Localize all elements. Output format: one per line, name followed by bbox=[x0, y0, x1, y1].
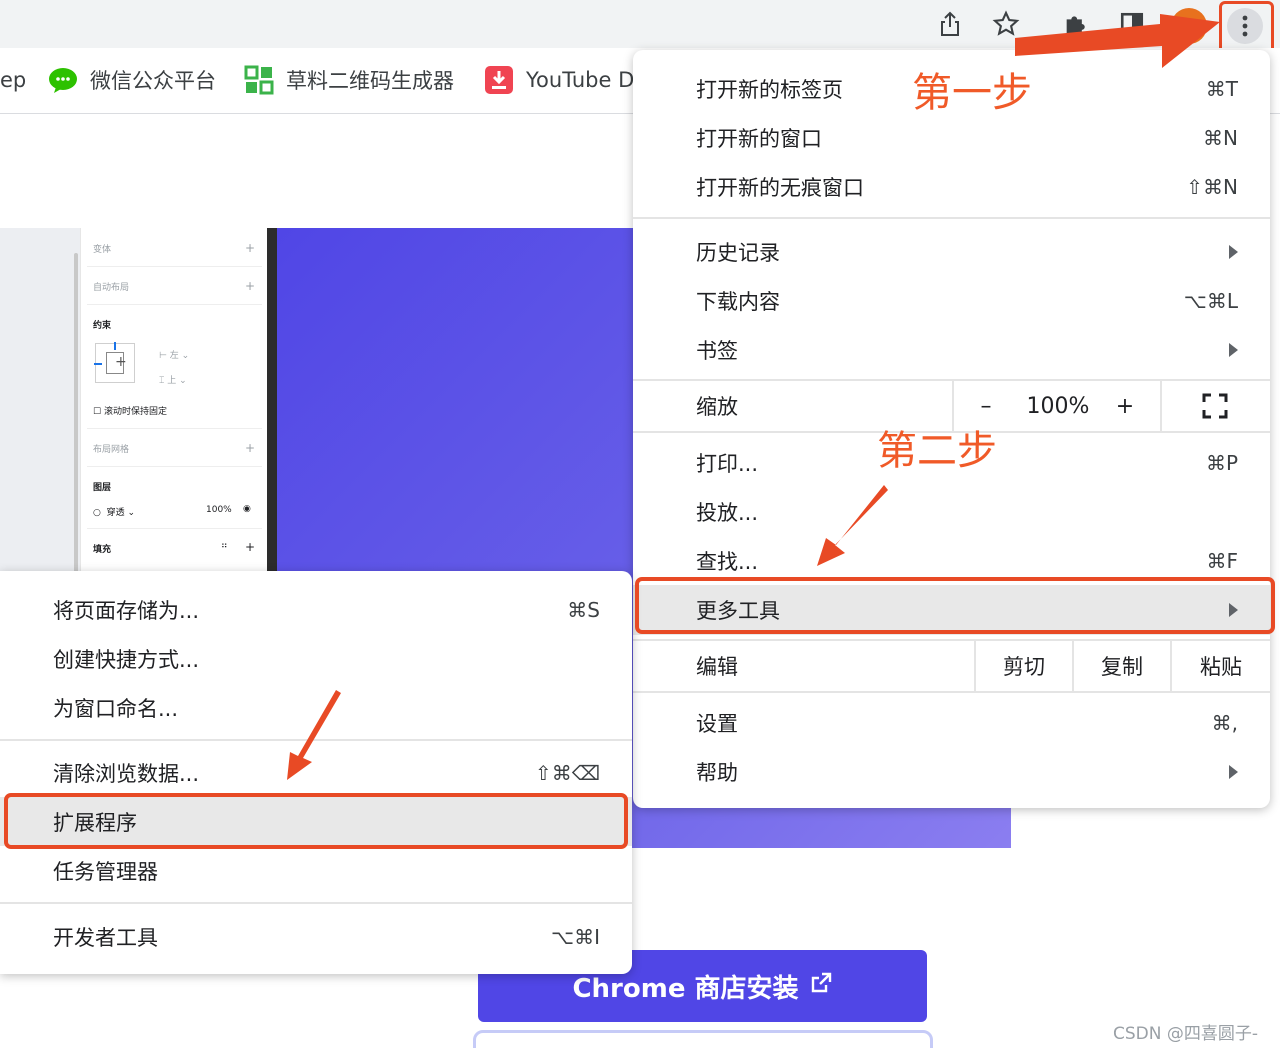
step1-arrow bbox=[1015, 14, 1220, 68]
step3-arrow bbox=[287, 690, 341, 780]
annotation-arrows bbox=[287, 14, 1220, 780]
step2-arrow bbox=[817, 485, 888, 566]
